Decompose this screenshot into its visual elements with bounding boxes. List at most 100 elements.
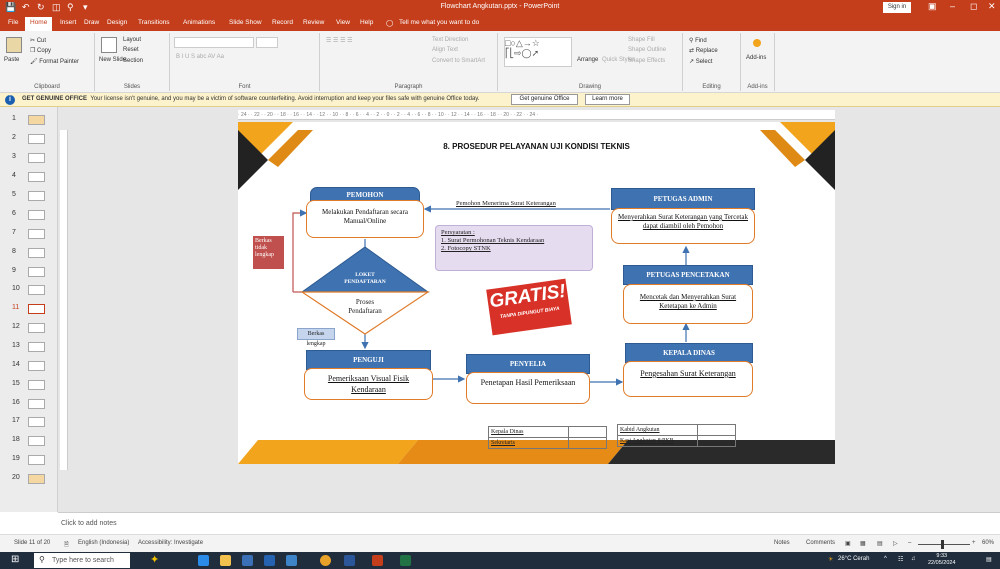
tray-chevron-icon[interactable]: ^: [884, 556, 887, 562]
thumbnail-slide-10[interactable]: [28, 285, 45, 295]
tab-design[interactable]: Design: [107, 19, 127, 26]
font-style-buttons[interactable]: B I U S abc AV Aa: [176, 54, 224, 60]
copy-button[interactable]: ❐ Copy: [30, 47, 51, 54]
excel-icon[interactable]: [400, 555, 411, 566]
select-button[interactable]: ↗ Select: [689, 58, 712, 65]
replace-button[interactable]: ⇄ Replace: [689, 47, 718, 54]
tab-slideshow[interactable]: Slide Show: [229, 19, 262, 26]
arrow-label[interactable]: Pemohon Menerima Surat Keterangan: [456, 200, 556, 207]
tab-review[interactable]: Review: [303, 19, 324, 26]
notes-button[interactable]: Notes: [774, 540, 790, 546]
tab-record[interactable]: Record: [272, 19, 293, 26]
edge-icon[interactable]: [198, 555, 209, 566]
thumbnail-slide-12[interactable]: [28, 323, 45, 333]
notes-pane[interactable]: Click to add notes: [58, 512, 1000, 534]
signature-table-left[interactable]: Kepala Dinas Sekretaris: [488, 426, 607, 449]
signature-table-right[interactable]: Kabid Angkutan Kasi Angkutan &PKB: [617, 424, 736, 447]
loket-label[interactable]: LOKET PENDAFTARAN: [338, 272, 392, 286]
tab-animations[interactable]: Animations: [183, 19, 215, 26]
tab-transitions[interactable]: Transitions: [138, 19, 170, 26]
tell-me-input[interactable]: Tell me what you want to do: [399, 19, 479, 26]
gratis-stamp[interactable]: GRATIS! TANPA DIPUNGUT BIAYA: [485, 278, 572, 336]
zoom-slider-thumb[interactable]: [941, 540, 944, 549]
layout-button[interactable]: Layout: [123, 37, 141, 43]
tab-home[interactable]: Home: [25, 17, 53, 31]
powerpoint-icon[interactable]: [372, 555, 383, 566]
new-slide-button[interactable]: New Slide: [99, 57, 126, 63]
word-icon[interactable]: [344, 555, 355, 566]
persyaratan-box[interactable]: Persyaratan : 1. Surat Permohonan Teknis…: [435, 225, 593, 271]
shape-fill-button[interactable]: Shape Fill: [628, 37, 655, 43]
notification-icon[interactable]: ▤: [986, 556, 992, 563]
current-slide[interactable]: 8. PROSEDUR PELAYANAN UJI KONDISI TEKNIS…: [238, 122, 835, 464]
zoom-level[interactable]: 60%: [982, 540, 994, 546]
berkas-lengkap-label[interactable]: Berkas lengkap: [297, 328, 335, 347]
thumbnail-slide-17[interactable]: [28, 417, 45, 427]
addins-button[interactable]: Add-ins: [746, 55, 766, 61]
photos-icon[interactable]: [286, 555, 297, 566]
minimize-icon[interactable]: –: [950, 1, 955, 11]
reset-button[interactable]: Reset: [123, 47, 139, 53]
paste-button[interactable]: Paste: [4, 57, 19, 63]
thumbnail-slide-15[interactable]: [28, 380, 45, 390]
file-explorer-icon[interactable]: [220, 555, 231, 566]
thumbnail-slide-16[interactable]: [28, 399, 45, 409]
zoom-slider[interactable]: [918, 544, 970, 545]
clock[interactable]: 9:33 22/05/2024: [928, 553, 956, 567]
mail-icon[interactable]: [264, 555, 275, 566]
paste-icon[interactable]: [6, 37, 22, 53]
slide-sorter-icon[interactable]: ▦: [860, 540, 866, 547]
shapes-gallery[interactable]: □○△→☆ ⎡⎣⇨◯➚: [504, 37, 572, 67]
thumbnail-slide-13[interactable]: [28, 342, 45, 352]
thumbnail-slide-5[interactable]: [28, 191, 45, 201]
copilot-icon[interactable]: ✦: [150, 553, 159, 566]
pencetakan-body[interactable]: Mencetak dan Menyerahkan Surat Ketetapan…: [623, 284, 753, 324]
windows-start-icon[interactable]: ⊞: [11, 554, 19, 565]
ribbon-display-icon[interactable]: ▣: [928, 1, 937, 12]
shape-outline-button[interactable]: Shape Outline: [628, 47, 666, 53]
store-icon[interactable]: [242, 555, 253, 566]
cut-button[interactable]: ✂ Cut: [30, 37, 46, 44]
learn-more-button[interactable]: Learn more: [585, 94, 630, 105]
proses-label[interactable]: Proses Pendaftaran: [340, 298, 390, 316]
thumbnail-slide-1[interactable]: [28, 115, 45, 125]
admin-head[interactable]: PETUGAS ADMIN: [611, 188, 755, 210]
reading-view-icon[interactable]: ▤: [877, 540, 883, 547]
tab-view[interactable]: View: [336, 19, 350, 26]
font-size-box[interactable]: [256, 37, 278, 48]
thumbnail-slide-2[interactable]: [28, 134, 45, 144]
thumbnail-slide-14[interactable]: [28, 361, 45, 371]
penguji-head[interactable]: PENGUJI: [306, 350, 431, 370]
format-painter-button[interactable]: 🖌 Format Painter: [30, 58, 79, 65]
comments-button[interactable]: Comments: [806, 540, 835, 546]
slideshow-icon[interactable]: ▷: [893, 540, 898, 547]
chrome-icon[interactable]: [320, 555, 331, 566]
thumbnail-slide-18[interactable]: [28, 436, 45, 446]
penyelia-head[interactable]: PENYELIA: [466, 354, 590, 374]
thumbnail-slide-9[interactable]: [28, 267, 45, 277]
font-name-box[interactable]: [174, 37, 254, 48]
thumbnail-slide-19[interactable]: [28, 455, 45, 465]
find-button[interactable]: ⚲ Find: [689, 37, 707, 44]
section-button[interactable]: Section: [123, 58, 143, 64]
taskbar-search-input[interactable]: Type here to search: [34, 553, 130, 568]
tab-help[interactable]: Help: [360, 19, 373, 26]
new-slide-icon[interactable]: [101, 37, 117, 53]
signin-button[interactable]: Sign in: [883, 2, 911, 13]
slide-title[interactable]: 8. PROSEDUR PELAYANAN UJI KONDISI TEKNIS: [238, 142, 835, 151]
pemohon-body[interactable]: Melakukan Pendaftaran secara Manual/Onli…: [306, 200, 424, 238]
admin-body[interactable]: Menyerahkan Surat Keterangan yang Tercet…: [611, 208, 755, 244]
pencetakan-head[interactable]: PETUGAS PENCETAKAN: [623, 265, 753, 285]
arrange-button[interactable]: Arrange: [577, 57, 598, 63]
maximize-icon[interactable]: ◻: [970, 1, 977, 12]
penyelia-body[interactable]: Penetapan Hasil Pemeriksaan: [466, 372, 590, 404]
addins-icon[interactable]: [753, 39, 761, 47]
shape-effects-button[interactable]: Shape Effects: [628, 58, 665, 64]
spellcheck-icon[interactable]: 🗎: [64, 540, 69, 550]
berkas-tidak-lengkap-label[interactable]: Berkas tidak lengkap: [253, 236, 284, 269]
thumbnail-slide-11[interactable]: [28, 304, 45, 314]
tab-insert[interactable]: Insert: [60, 19, 76, 26]
volume-icon[interactable]: ♫: [911, 556, 916, 562]
thumbnail-slide-6[interactable]: [28, 210, 45, 220]
weather-text[interactable]: 26°C Cerah: [838, 556, 869, 562]
